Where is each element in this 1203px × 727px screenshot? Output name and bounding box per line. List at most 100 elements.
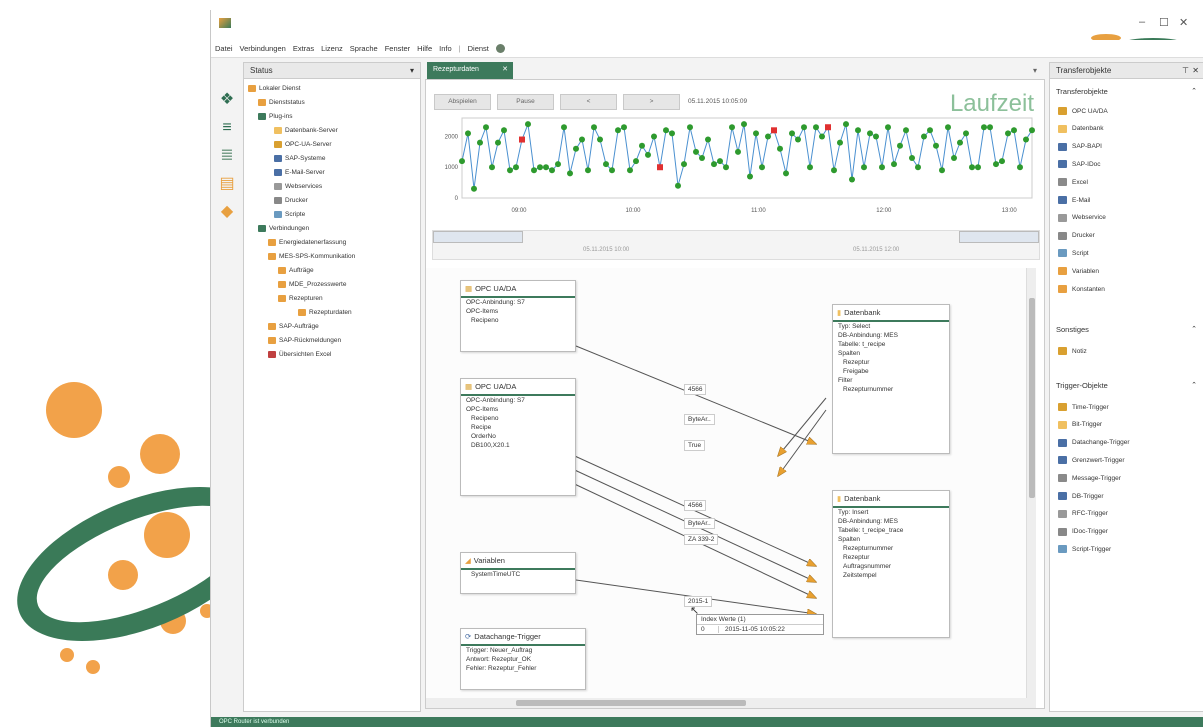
tree-item[interactable]: SAP-Aufträge [268, 323, 319, 330]
tree-item[interactable]: MDE_Prozesswerte [278, 281, 346, 288]
section-trigger-objekte[interactable]: Trigger-Objekte [1056, 381, 1108, 390]
transfer-item-drucker[interactable]: Drucker [1058, 231, 1095, 240]
tree-item[interactable]: Drucker [274, 197, 308, 204]
opc-icon: ▦ [465, 382, 473, 391]
transfer-item-script[interactable]: Script [1058, 249, 1089, 258]
transfer-item-webservice[interactable]: Webservice [1058, 213, 1106, 222]
tab-rezepturdaten[interactable]: Rezepturdaten ✕ [427, 62, 513, 79]
timeline-navigator[interactable]: 05.11.2015 10:00 05.11.2015 12:00 [432, 230, 1040, 260]
pause-button[interactable]: Pause [497, 94, 554, 110]
trigger-item-script-trigger[interactable]: Script-Trigger [1058, 545, 1111, 554]
tree-item[interactable]: SAP-Systeme [274, 155, 325, 162]
trigger-item-datachange-trigger[interactable]: Datachange-Trigger [1058, 438, 1130, 447]
menu-verbindungen[interactable]: Verbindungen [240, 44, 286, 53]
menu-hilfe[interactable]: Hilfe [417, 44, 432, 53]
e-mail-icon [1058, 196, 1067, 204]
menu-info[interactable]: Info [439, 44, 452, 53]
data-point [753, 130, 759, 137]
database-node-insert[interactable]: ▮ Datenbank Typ: Insert DB-Anbindung: MES… [832, 490, 950, 638]
menu-datei[interactable]: Datei [215, 44, 233, 53]
collapse-icon[interactable]: ⌃ [1191, 87, 1197, 95]
next-button[interactable]: > [623, 94, 680, 110]
transfer-item-e-mail[interactable]: E-Mail [1058, 196, 1090, 204]
close-button[interactable]: ✕ [1179, 16, 1188, 29]
data-point [495, 139, 501, 146]
data-point [663, 127, 669, 134]
plugin-icon[interactable]: ◆ [217, 202, 237, 222]
tree-item[interactable]: Rezepturdaten [298, 309, 352, 316]
tree-item[interactable]: Webservices [274, 183, 322, 190]
trigger-item-rfc-trigger[interactable]: RFC-Trigger [1058, 509, 1108, 518]
tree-item[interactable]: E-Mail-Server [274, 169, 325, 176]
tree-item[interactable]: OPC-UA-Server [274, 141, 332, 148]
document-icon[interactable]: ▤ [217, 174, 237, 194]
menu-sprache[interactable]: Sprache [350, 44, 378, 53]
node-line: Spalten [838, 536, 861, 543]
dienst-label[interactable]: Dienst [468, 44, 489, 53]
pin-icon[interactable]: ⊤ [1182, 66, 1189, 75]
scroll-thumb[interactable] [1029, 298, 1035, 498]
transfer-item-sap-bapi[interactable]: SAP-BAPI [1058, 142, 1102, 151]
transfer-item-konstanten[interactable]: Konstanten [1058, 285, 1105, 293]
data-point [705, 136, 711, 143]
collapse-icon[interactable]: ⌃ [1191, 325, 1197, 333]
close-icon[interactable]: ✕ [1192, 66, 1199, 75]
diagram-vertical-scrollbar[interactable] [1026, 268, 1036, 708]
menu-lizenz[interactable]: Lizenz [321, 44, 343, 53]
tab-menu-icon[interactable]: ▾ [1033, 66, 1037, 75]
transfer-item-excel[interactable]: Excel [1058, 178, 1088, 187]
maximize-button[interactable]: ☐ [1159, 16, 1169, 29]
log-icon[interactable]: ≣ [217, 146, 237, 166]
database-node-select[interactable]: ▮ Datenbank Typ: Select DB-Anbindung: MES… [832, 304, 950, 454]
tree-item[interactable]: Datenbank-Server [274, 127, 338, 134]
trigger-item-message-trigger[interactable]: Message-Trigger [1058, 474, 1121, 483]
menu-fenster[interactable]: Fenster [385, 44, 410, 53]
timeline-handle-left[interactable] [433, 231, 523, 243]
tree-item[interactable]: Verbindungen [258, 225, 309, 232]
opc-node-2[interactable]: ▦ OPC UA/DA OPC-Anbindung: S7 OPC-Items R… [460, 378, 576, 496]
transfer-item-sap-idoc[interactable]: SAP-IDoc [1058, 160, 1101, 169]
data-point [873, 133, 879, 140]
scroll-thumb[interactable] [516, 700, 746, 706]
previous-button[interactable]: < [560, 94, 617, 110]
data-point [699, 155, 705, 161]
minimize-button[interactable]: – [1139, 16, 1145, 28]
trigger-item-idoc-trigger[interactable]: IDoc-Trigger [1058, 527, 1108, 536]
section-transferobjekte[interactable]: Transferobjekte [1056, 87, 1108, 96]
transfer-item-datenbank[interactable]: Datenbank [1058, 124, 1103, 133]
trigger-item-time-trigger[interactable]: Time-Trigger [1058, 403, 1109, 411]
tree-item[interactable]: SAP-Rückmeldungen [268, 337, 341, 344]
tree-item[interactable]: Plug-ins [258, 113, 292, 120]
database-icon [274, 127, 282, 134]
section-sonstiges[interactable]: Sonstiges [1056, 325, 1089, 334]
connections-icon[interactable]: ❖ [217, 90, 237, 110]
tree-item[interactable]: Energiedatenerfassung [268, 239, 346, 246]
tree-item[interactable]: MES-SPS-Kommunikation [268, 253, 355, 260]
transfer-item-opc-ua-da[interactable]: OPC UA/DA [1058, 107, 1108, 115]
list-icon[interactable]: ≡ [217, 118, 237, 138]
node-line: Recipe [471, 424, 492, 431]
opc-node-1[interactable]: ▦ OPC UA/DA OPC-Anbindung: S7 OPC-Items R… [460, 280, 576, 352]
trigger-item-grenzwert-trigger[interactable]: Grenzwert-Trigger [1058, 456, 1125, 465]
datachange-trigger-node[interactable]: ⟳ Datachange-Trigger Trigger: Neuer_Auftr… [460, 628, 586, 690]
timeline-handle-right[interactable] [959, 231, 1039, 243]
menu-extras[interactable]: Extras [293, 44, 314, 53]
trigger-item-db-trigger[interactable]: DB-Trigger [1058, 492, 1104, 500]
transfer-item-variablen[interactable]: Variablen [1058, 267, 1099, 276]
play-button[interactable]: Abspielen [434, 94, 491, 110]
data-point [981, 124, 987, 131]
tree-item[interactable]: Dienststatus [258, 99, 305, 106]
variables-node[interactable]: ◢ Variablen SystemTimeUTC [460, 552, 576, 594]
tree-item[interactable]: Lokaler Dienst [248, 85, 301, 92]
trigger-item-bit-trigger[interactable]: Bit-Trigger [1058, 420, 1102, 429]
tree-item[interactable]: Aufträge [278, 267, 314, 274]
misc-item-notiz[interactable]: Notiz [1058, 347, 1087, 355]
collapse-icon[interactable]: ⌃ [1191, 381, 1197, 389]
node-line: OPC-Items [466, 308, 499, 315]
tree-item[interactable]: Übersichten Excel [268, 351, 331, 358]
tree-item[interactable]: Scripte [274, 211, 305, 218]
tree-item[interactable]: Rezepturen [278, 295, 323, 302]
panel-menu-icon[interactable]: ▾ [410, 66, 414, 75]
diagram-horizontal-scrollbar[interactable] [426, 698, 1036, 708]
close-tab-icon[interactable]: ✕ [502, 65, 508, 73]
